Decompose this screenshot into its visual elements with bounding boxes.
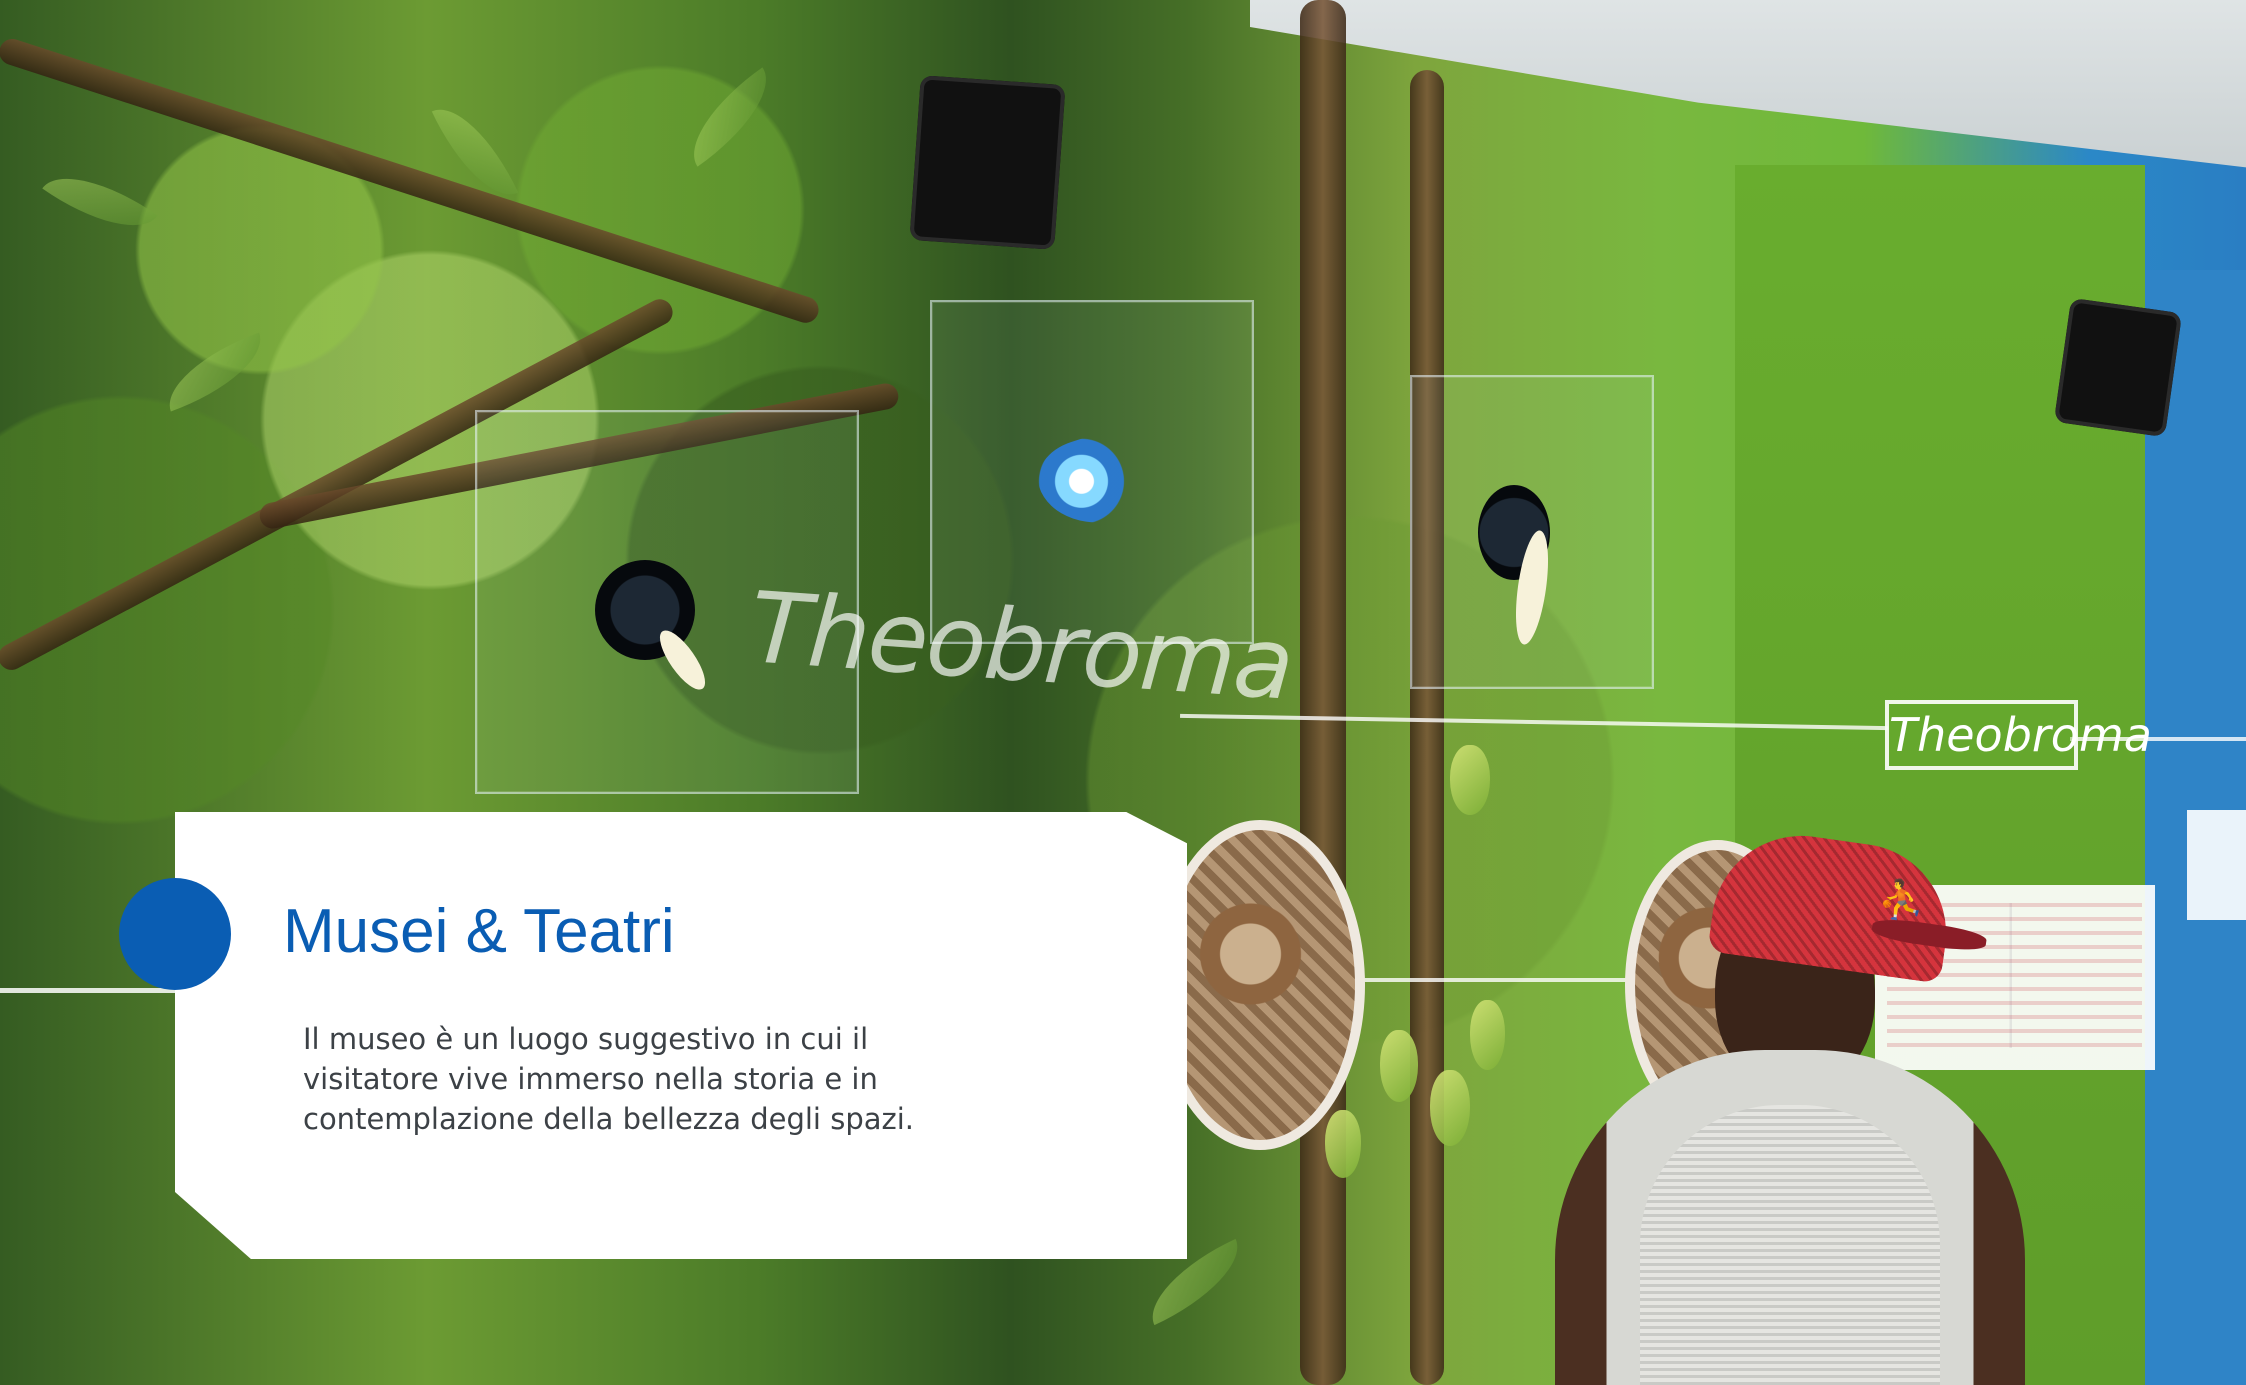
description-text: Il museo è un luogo suggestivo in cui il… xyxy=(303,1022,914,1136)
speaker-icon xyxy=(2053,297,2183,438)
map-info-panel xyxy=(2187,810,2246,920)
jumpman-logo-icon: ⛹ xyxy=(1875,874,1929,926)
tree-trunk xyxy=(1410,70,1444,1385)
cocoa-pod xyxy=(1470,1000,1505,1070)
page-title: Musei & Teatri xyxy=(283,897,675,966)
blue-circle-icon xyxy=(119,878,231,990)
wall-exhibit-title: Theobroma xyxy=(1885,700,2152,770)
cocoa-pod xyxy=(1380,1030,1418,1102)
cocoa-pod xyxy=(1450,745,1490,815)
museum-theater-hero: Theobroma Theobroma ⛹ Musei & Teatri Il … xyxy=(0,0,2246,1385)
speaker-icon xyxy=(909,75,1066,250)
accent-line xyxy=(0,988,175,993)
cocoa-pod xyxy=(1325,1110,1361,1178)
cocoa-pod xyxy=(1430,1070,1470,1146)
